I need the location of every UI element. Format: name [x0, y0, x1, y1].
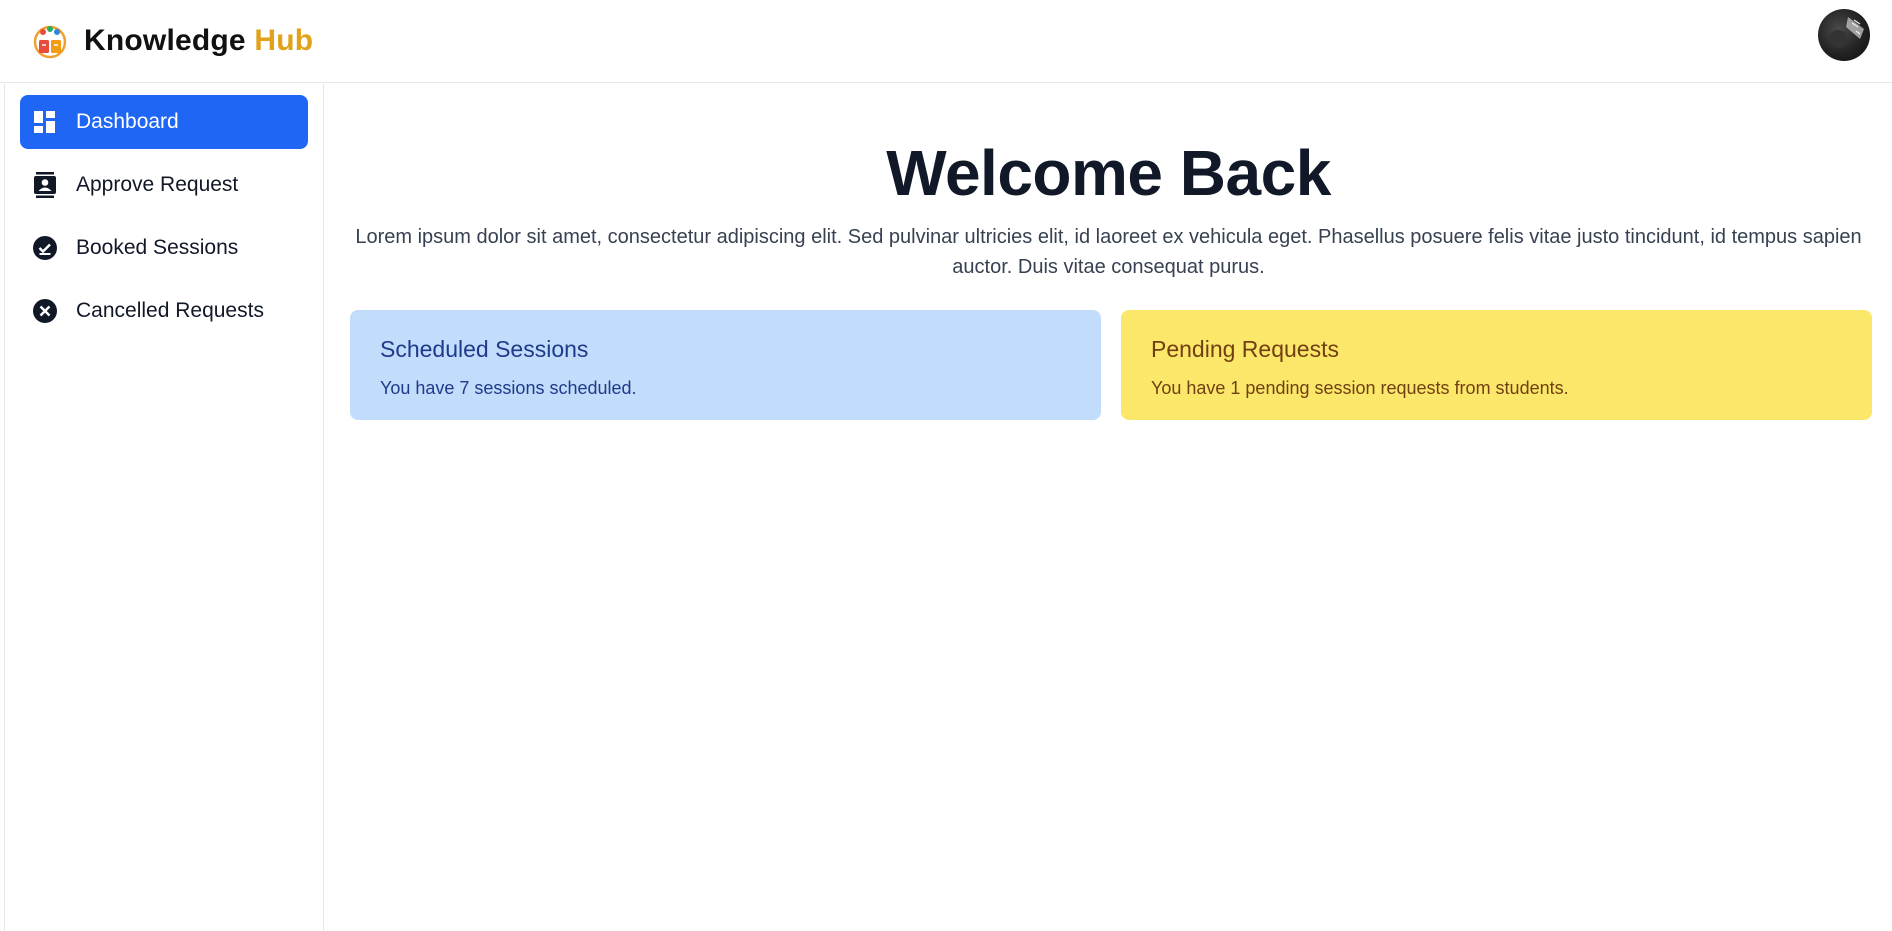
x-circle-icon: [32, 298, 58, 324]
sidebar: Dashboard Approve Request Booked Session…: [5, 84, 324, 931]
check-circle-icon: [32, 235, 58, 261]
brand-name-primary: Knowledge: [84, 24, 246, 57]
page-title: Welcome Back: [886, 137, 1331, 209]
sidebar-item-label: Cancelled Requests: [76, 299, 264, 322]
card-text: You have 7 sessions scheduled.: [380, 378, 637, 398]
top-navbar: Knowledge Hub: [0, 0, 1892, 83]
contact-badge-icon: [32, 172, 58, 198]
avatar-image: [1829, 17, 1864, 48]
user-avatar-icon[interactable]: [1818, 9, 1870, 61]
sidebar-item-dashboard[interactable]: Dashboard: [20, 95, 308, 149]
sidebar-item-label: Dashboard: [76, 110, 179, 133]
brand[interactable]: Knowledge Hub: [30, 21, 313, 61]
dashboard-icon: [32, 109, 58, 135]
sidebar-item-label: Booked Sessions: [76, 236, 239, 259]
pending-requests-card[interactable]: Pending Requests You have 1 pending sess…: [1121, 310, 1872, 420]
sidebar-item-label: Approve Request: [76, 173, 239, 196]
brand-name-accent: Hub: [254, 24, 314, 57]
card-title: Pending Requests: [1151, 336, 1339, 362]
intro-paragraph: Lorem ipsum dolor sit amet, consectetur …: [355, 226, 1862, 278]
brand-name: Knowledge Hub: [84, 24, 313, 58]
card-title: Scheduled Sessions: [380, 336, 589, 362]
main-content: Welcome Back Lorem ipsum dolor sit amet,…: [325, 84, 1892, 931]
knowledge-hub-logo-icon: [33, 25, 67, 59]
scheduled-sessions-card[interactable]: Scheduled Sessions You have 7 sessions s…: [350, 310, 1101, 420]
sidebar-item-booked-sessions[interactable]: Booked Sessions: [20, 221, 308, 275]
sidebar-item-cancelled-requests[interactable]: Cancelled Requests: [20, 284, 308, 338]
sidebar-item-approve-request[interactable]: Approve Request: [20, 158, 308, 212]
card-text: You have 1 pending session requests from…: [1151, 378, 1569, 398]
